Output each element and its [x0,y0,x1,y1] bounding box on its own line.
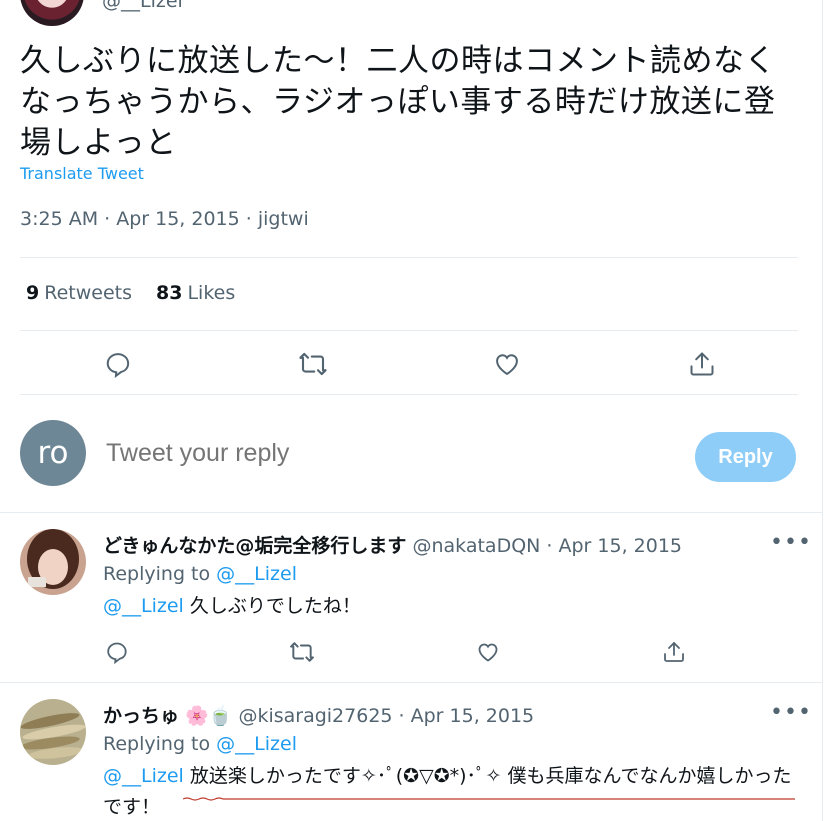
translate-tweet-link[interactable]: Translate Tweet [20,164,144,183]
reply-author-name[interactable]: かっちゅ [103,705,179,727]
replying-to: Replying to @__Lizel [103,733,297,755]
reply-icon[interactable] [102,637,132,667]
tweet-stats: 9 Retweets 83 Likes [26,282,235,304]
divider [20,394,798,395]
reply-action-bar [0,637,835,667]
author-handle[interactable]: @__Lizel [102,0,183,12]
author-emoji: 🌸🍵 [185,705,233,727]
reply-text: @__Lizel 放送楽しかったです✧･ﾟ(✪▽✪*)･ﾟ✧ 僕も兵庫なんでなん… [103,765,792,818]
share-icon[interactable] [684,346,720,382]
tweet-meta: 3:25 AM · Apr 15, 2015 · jigtwi [20,208,309,230]
reply-input[interactable] [106,439,666,468]
spellcheck-underline [183,797,795,801]
reply-button[interactable]: Reply [695,432,796,482]
retweet-icon[interactable] [287,637,317,667]
divider [0,682,822,683]
reply-author-name[interactable]: どきゅんなかた@垢完全移行します [103,535,406,557]
more-options-icon[interactable]: ••• [770,530,812,555]
reply-avatar[interactable] [20,699,86,765]
compose-reply: ro Reply [0,420,835,490]
reply-text: @__Lizel 久しぶりでしたね！ [103,595,361,617]
mention-link[interactable]: @__Lizel [103,595,184,617]
reply-date[interactable]: · Apr 15, 2015 [546,535,682,557]
tweet-text: 久しぶりに放送した〜！二人の時はコメント読めなくなっちゃうから、ラジオっぽい事す… [20,43,776,161]
like-icon[interactable] [473,637,503,667]
reply-date[interactable]: · Apr 15, 2015 [399,705,535,727]
likes-stat[interactable]: 83 Likes [156,282,235,304]
reply-icon[interactable] [100,346,136,382]
timeline-border [822,0,823,821]
replying-to-link[interactable]: @__Lizel [216,733,297,755]
divider [0,512,822,513]
divider [20,330,798,331]
retweets-stat[interactable]: 9 Retweets [26,282,132,304]
replying-to: Replying to @__Lizel [103,563,297,585]
replying-to-link[interactable]: @__Lizel [216,563,297,585]
divider [20,257,798,258]
share-icon[interactable] [659,637,689,667]
user-avatar[interactable]: ro [20,420,86,486]
reply-avatar[interactable] [20,529,86,595]
reply-author-handle[interactable]: @kisaragi27625 [238,705,392,727]
reply-author-handle[interactable]: @nakataDQN [412,535,540,557]
mention-link[interactable]: @__Lizel [103,765,184,787]
retweet-icon[interactable] [295,346,331,382]
tweet-action-bar [0,346,835,382]
author-avatar[interactable] [20,0,84,26]
like-icon[interactable] [489,346,525,382]
more-options-icon[interactable]: ••• [770,700,812,725]
